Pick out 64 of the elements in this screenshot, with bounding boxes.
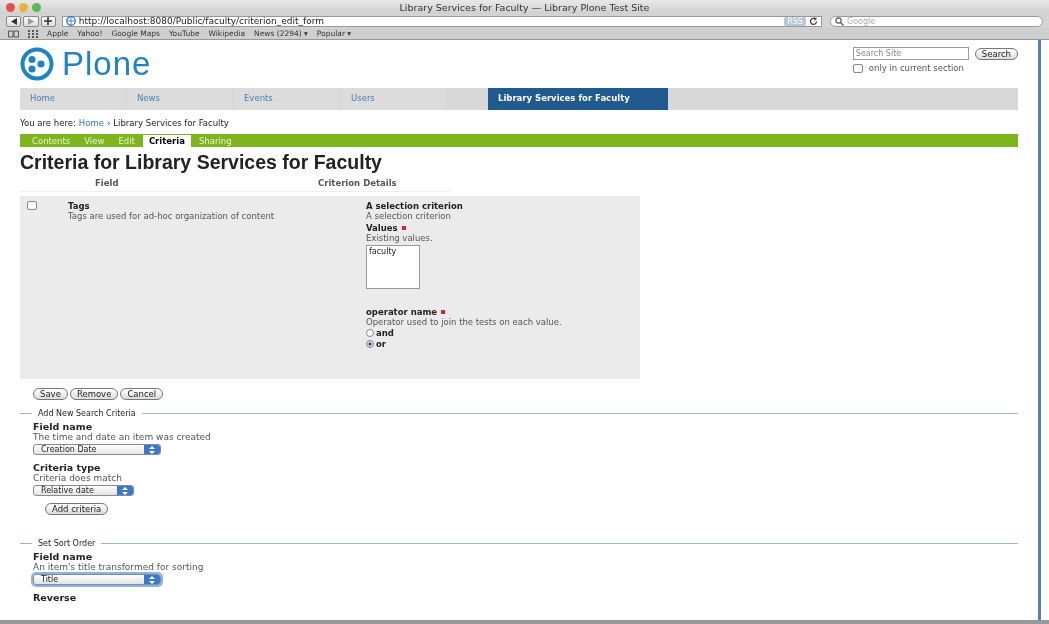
field-label: Field name [33,421,94,432]
field-label: Values [366,223,398,233]
dropdown[interactable]: Title [33,574,161,585]
page-heading: Criteria for Library Services for Faculty [20,151,383,174]
radio-label: or [376,339,387,349]
list-option[interactable]: faculty [367,246,419,257]
globe-icon [65,16,76,26]
window-title: Library Services for Faculty — Library Plone Test Site [398,1,651,13]
criterion-description: A selection criterion [366,211,452,221]
plus-icon [44,17,53,25]
checkbox-label: only in current section [868,63,964,73]
search-placeholder: Google [846,16,876,26]
grid-icon[interactable] [28,29,38,38]
row-checkbox[interactable] [27,201,37,210]
field-label: Field name [33,551,94,562]
close-icon[interactable] [6,2,15,12]
dropdown[interactable]: Relative date [33,485,134,496]
fieldset-legend: Set Sort Order [38,539,96,548]
search-button[interactable]: Search [974,47,1018,60]
column-header: Field [94,178,120,188]
back-icon [10,17,17,25]
radio-label: and [376,328,394,338]
site-search-field[interactable]: Search Site [852,47,969,60]
fieldset-legend: Add New Search Criteria [38,409,136,418]
breadcrumb-separator: › [106,118,111,128]
radio-button[interactable] [366,340,374,348]
content-tab[interactable]: Criteria [142,135,191,147]
field-label: Reverse [33,592,78,603]
back-button[interactable] [6,15,22,27]
field-hint: Existing values. [366,233,434,243]
breadcrumb-current: Library Services for Faculty [113,118,229,128]
field-description: Tags are used for ad-hoc organization of content [68,211,276,221]
zoom-icon[interactable] [32,2,41,12]
site-logo[interactable]: Plone [62,45,152,83]
add-bookmark-button[interactable] [40,15,56,27]
reload-icon[interactable] [808,16,818,26]
search-icon [834,16,844,26]
values-list[interactable]: faculty [366,245,420,289]
criterion-title: A selection criterion [366,201,464,211]
field-hint: Criteria does match [33,473,123,483]
radio-button[interactable] [366,329,374,337]
field-label: operator name [366,307,438,317]
form-button[interactable]: Remove [69,388,119,400]
field-hint: An item's title transformed for sorting [33,562,205,572]
field-title: Tags [68,201,91,211]
dropdown[interactable]: Creation Date [33,444,161,455]
logo-icon [20,47,54,81]
book-icon[interactable] [8,29,19,38]
address-field[interactable]: http://localhost:8080/Public/faculty/criterion_edit_form RSS [61,15,822,27]
required-icon [441,310,446,314]
column-header: Criterion Details [318,178,397,188]
required-icon [401,226,406,230]
forward-icon [27,17,34,25]
add-criteria-button[interactable]: Add criteria [45,503,109,515]
field-hint: Operator used to join the tests on each value. [366,317,562,327]
form-button[interactable]: Save [33,388,68,400]
breadcrumb-label: You are here: [20,118,76,128]
form-button[interactable]: Cancel [120,388,164,400]
url-text: http://localhost:8080/Public/faculty/criterion_edit_form [78,16,324,26]
nav-tab[interactable]: Library Services for Faculty [488,88,668,110]
field-label: Criteria type [33,462,102,473]
checkbox[interactable] [852,63,863,73]
field-hint: The time and date an item was created [33,432,212,442]
breadcrumb-link[interactable]: Home [78,118,104,128]
